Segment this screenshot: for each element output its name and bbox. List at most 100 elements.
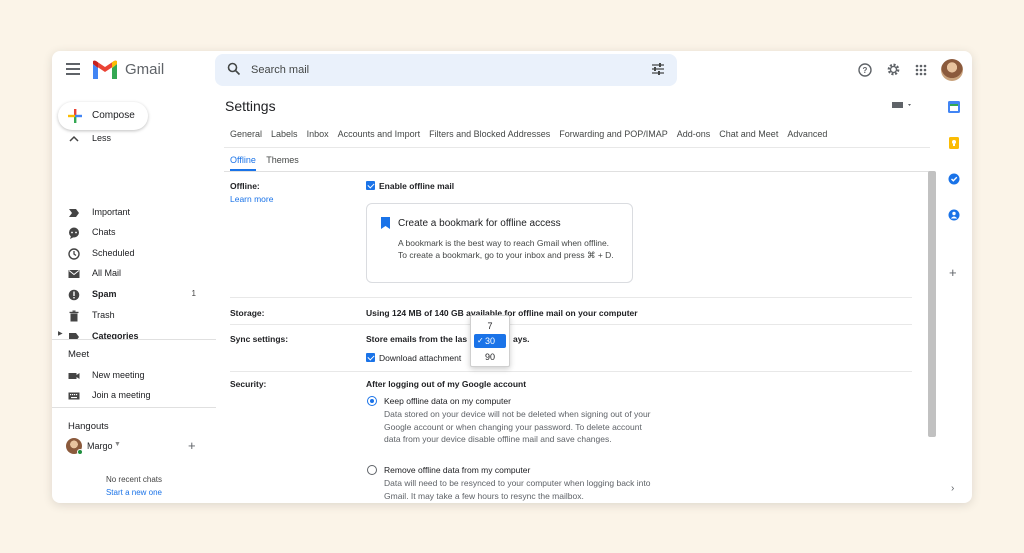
chevron-down-icon[interactable]: ▼ — [114, 441, 121, 448]
search-icon[interactable] — [227, 62, 241, 76]
keep-data-description: Data stored on your device will not be d… — [384, 409, 651, 444]
top-bar: Gmail Search mail ? — [52, 51, 972, 89]
sidebar-item-spam[interactable]: Spam 1 — [52, 285, 216, 305]
app-name: Gmail — [125, 61, 165, 78]
hangouts-user[interactable]: Margo ▼ + — [66, 438, 216, 456]
scrollbar[interactable] — [928, 171, 936, 437]
apps-grid-icon[interactable] — [915, 64, 927, 76]
important-icon — [69, 209, 79, 217]
storage-label: Storage: — [230, 308, 265, 318]
search-input[interactable]: Search mail — [251, 64, 309, 76]
remove-data-radio[interactable] — [367, 465, 377, 475]
tasks-icon[interactable] — [948, 173, 960, 185]
sidebar-divider — [52, 339, 216, 340]
tab-forwarding[interactable]: Forwarding and POP/IMAP — [559, 129, 668, 139]
gmail-window: Gmail Search mail ? Compose Less Importa… — [52, 51, 972, 503]
bookmark-card: Create a bookmark for offline access A b… — [366, 203, 633, 283]
spam-count: 1 — [191, 289, 196, 298]
tab-labels[interactable]: Labels — [271, 129, 298, 139]
keyboard-icon — [68, 392, 80, 400]
enable-offline-checkbox[interactable] — [366, 181, 375, 190]
dropdown-option-7[interactable]: 7 — [471, 319, 509, 333]
hangouts-heading: Hangouts — [68, 421, 109, 432]
video-icon — [68, 373, 80, 379]
tab-chat-and-meet[interactable]: Chat and Meet — [719, 129, 778, 139]
contacts-icon[interactable] — [948, 209, 960, 221]
sidebar-item-label: Scheduled — [92, 248, 135, 258]
settings-tabs: General Labels Inbox Accounts and Import Fil… — [230, 129, 836, 139]
compose-button[interactable]: Compose — [58, 102, 148, 130]
sidebar-item-join-meeting[interactable]: Join a meeting — [52, 386, 216, 406]
sidebar-item-label: Spam — [92, 289, 117, 299]
sidebar-item-label: New meeting — [92, 370, 145, 380]
tab-advanced[interactable]: Advanced — [787, 129, 827, 139]
row-divider — [230, 371, 912, 372]
dropdown-option-30[interactable]: ✓ 30 — [474, 334, 506, 348]
search-options-icon[interactable] — [651, 63, 665, 75]
compose-label: Compose — [92, 110, 135, 121]
page-title: Settings — [225, 98, 276, 114]
no-recent-chats: No recent chats — [105, 475, 163, 484]
sidebar-item-trash[interactable]: Trash — [52, 306, 216, 326]
tab-accounts-and-import[interactable]: Accounts and Import — [338, 129, 421, 139]
learn-more-link[interactable]: Learn more — [230, 194, 273, 204]
tab-inbox[interactable]: Inbox — [307, 129, 329, 139]
gmail-logo-icon[interactable] — [92, 60, 118, 85]
tabs-divider — [224, 147, 930, 148]
settings-tabs-row2: Offline Themes — [230, 155, 299, 171]
chevron-up-icon — [69, 135, 79, 142]
sidebar-item-new-meeting[interactable]: New meeting — [52, 366, 216, 386]
calendar-icon[interactable] — [948, 101, 960, 113]
sidebar: Compose Less Important Chats Scheduled A… — [52, 89, 216, 503]
keep-icon[interactable] — [948, 137, 960, 149]
sidebar-item-categories[interactable]: ▶ Categories — [52, 327, 216, 339]
keep-data-label: Keep offline data on my computer — [384, 396, 511, 406]
sync-text-after: ays. — [513, 334, 530, 344]
row-divider — [230, 297, 912, 298]
sidebar-item-important[interactable]: Important — [52, 203, 216, 223]
sidebar-item-label: Important — [92, 207, 131, 217]
start-new-chat-link[interactable]: Start a new one — [52, 488, 216, 497]
help-icon[interactable]: ? — [858, 63, 872, 77]
bookmark-icon — [381, 217, 390, 229]
sidebar-item-label: Chats — [92, 227, 116, 237]
input-tools-icon[interactable] — [892, 101, 914, 109]
add-chat-icon[interactable]: + — [188, 438, 196, 453]
label-icon — [69, 333, 79, 339]
compose-plus-icon — [68, 109, 82, 123]
search-bar[interactable]: Search mail — [215, 54, 677, 86]
sidebar-item-chats[interactable]: Chats — [52, 223, 216, 243]
sidebar-item-label: Categories — [92, 331, 139, 339]
side-panel: + › — [936, 89, 972, 503]
security-label: Security: — [230, 379, 267, 389]
sync-label: Sync settings: — [230, 334, 289, 344]
tab-add-ons[interactable]: Add-ons — [677, 129, 711, 139]
expand-arrow-icon[interactable]: ▶ — [58, 330, 63, 337]
tabs-divider — [224, 171, 930, 172]
keep-data-radio[interactable] — [367, 396, 377, 406]
sync-days-dropdown[interactable]: 7 ✓ 30 90 — [470, 315, 510, 367]
chat-icon — [69, 227, 79, 239]
download-attachments-label: Download attachment — [379, 353, 462, 363]
gear-icon[interactable] — [886, 62, 901, 77]
tab-themes[interactable]: Themes — [266, 155, 299, 165]
remove-data-description: Data will need to be resynced to your co… — [384, 478, 651, 501]
add-addon-icon[interactable]: + — [949, 265, 957, 280]
row-divider — [230, 324, 912, 325]
tab-general[interactable]: General — [230, 129, 262, 139]
main-menu-icon[interactable] — [66, 63, 80, 75]
sidebar-item-label: Trash — [92, 310, 115, 320]
svg-text:?: ? — [863, 66, 868, 75]
chevron-right-icon[interactable]: › — [951, 483, 954, 494]
dropdown-option-90[interactable]: 90 — [471, 350, 509, 364]
tab-filters[interactable]: Filters and Blocked Addresses — [429, 129, 550, 139]
sidebar-item-all-mail[interactable]: All Mail — [52, 264, 216, 284]
account-avatar[interactable] — [941, 59, 963, 81]
online-status-icon — [77, 449, 83, 455]
tab-offline[interactable]: Offline — [230, 155, 256, 171]
sidebar-divider — [52, 407, 216, 408]
download-attachments-checkbox[interactable] — [366, 353, 375, 362]
sidebar-item-less[interactable]: Less — [52, 135, 216, 147]
sidebar-item-scheduled[interactable]: Scheduled — [52, 244, 216, 264]
sidebar-item-label: Join a meeting — [92, 390, 151, 400]
